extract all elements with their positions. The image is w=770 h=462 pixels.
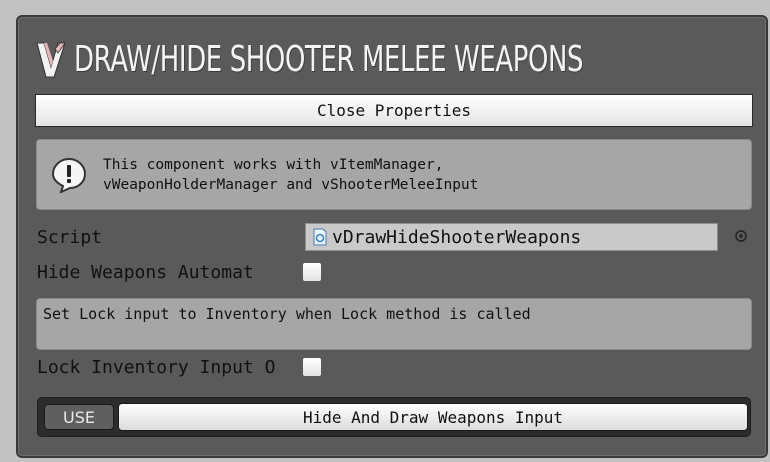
input-bar: USE Hide And Draw Weapons Input <box>37 397 751 437</box>
script-icon <box>313 228 327 246</box>
use-toggle-button[interactable]: USE <box>44 404 114 430</box>
script-row: Script <box>37 223 307 251</box>
lock-help-text: Set Lock input to Inventory when Lock me… <box>36 298 752 350</box>
info-icon <box>51 157 87 193</box>
close-properties-button[interactable]: Close Properties <box>35 94 753 127</box>
hide-weapons-checkbox[interactable] <box>302 262 322 282</box>
inspector-panel: DRAW/HIDE SHOOTER MELEE WEAPONS Close Pr… <box>16 15 768 458</box>
object-picker-icon[interactable] <box>734 229 748 243</box>
component-header: DRAW/HIDE SHOOTER MELEE WEAPONS <box>34 35 770 85</box>
v-logo-icon <box>36 42 66 78</box>
component-title: DRAW/HIDE SHOOTER MELEE WEAPONS <box>74 39 584 80</box>
help-box: This component works with vItemManager, … <box>36 139 752 210</box>
lock-inventory-row: Lock Inventory Input O <box>37 353 322 381</box>
script-value: vDrawHideShooterWeapons <box>332 226 582 248</box>
hide-draw-weapons-input-button[interactable]: Hide And Draw Weapons Input <box>118 403 748 431</box>
lock-inventory-label: Lock Inventory Input O <box>37 356 276 378</box>
script-label: Script <box>37 226 103 248</box>
help-text: This component works with vItemManager, … <box>103 156 479 193</box>
hide-weapons-row: Hide Weapons Automat <box>37 258 322 286</box>
lock-inventory-checkbox[interactable] <box>302 357 322 377</box>
hide-weapons-label: Hide Weapons Automat <box>37 261 254 283</box>
script-object-field[interactable]: vDrawHideShooterWeapons <box>305 223 718 251</box>
